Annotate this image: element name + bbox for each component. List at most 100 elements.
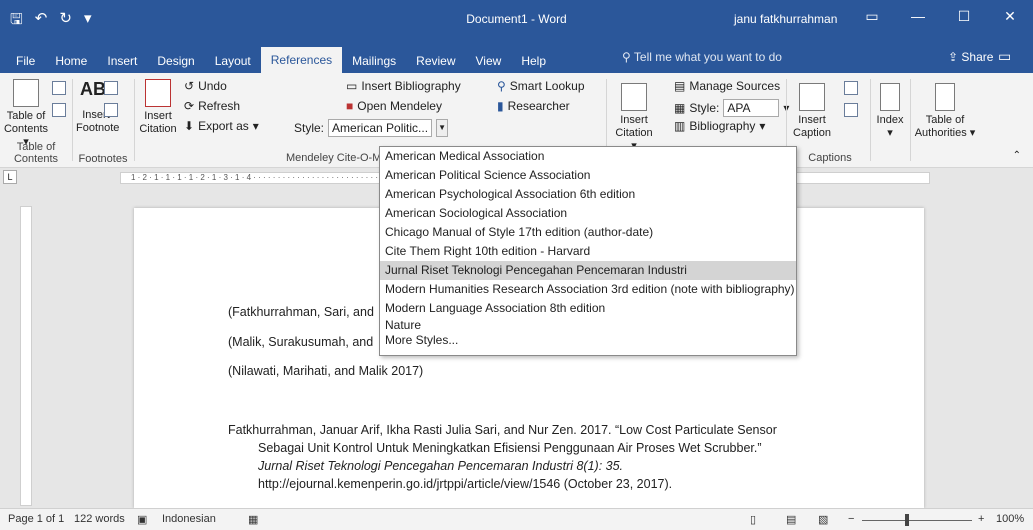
customize-qat-icon[interactable]: ▾ [84, 9, 92, 34]
word-count[interactable]: 122 words [74, 513, 125, 525]
mendeley-refresh-button[interactable]: ⟳ Refresh [184, 99, 240, 113]
quick-access-toolbar: 🖫 ↶ ↻ ▾ [10, 9, 91, 34]
export-icon: ⬇ [184, 119, 195, 133]
style-option[interactable]: American Medical Association [380, 147, 796, 166]
mendeley-insert-citation-button[interactable]: Insert Citation [136, 79, 180, 136]
reference-line-4[interactable]: http://ejournal.kemenperin.go.id/jrtppi/… [258, 477, 672, 491]
reference-line-1[interactable]: Fatkhurrahman, Januar Arif, Ikha Rasti J… [228, 423, 777, 437]
insert-endnote-icon[interactable] [104, 81, 118, 95]
add-text-icon[interactable] [52, 81, 66, 95]
style-option[interactable]: Modern Language Association 8th edition [380, 299, 796, 318]
style-option[interactable]: American Political Science Association [380, 166, 796, 185]
insert-citation-button[interactable]: Insert Citation ▾ [612, 83, 656, 153]
update-table-icon[interactable] [52, 103, 66, 117]
minimize-icon[interactable]: — [895, 0, 941, 32]
researcher-icon: ▮ [497, 99, 504, 113]
web-layout-icon[interactable]: ▧ [818, 513, 828, 526]
citation-3[interactable]: (Nilawati, Marihati, and Malik 2017) [228, 364, 423, 378]
table-of-authorities-button[interactable]: Table of Authorities ▾ [912, 83, 978, 140]
style-option[interactable]: Nature [380, 318, 796, 332]
collapse-ribbon-icon[interactable]: ⌃ [1013, 150, 1021, 161]
mendeley-icon: ■ [346, 99, 354, 113]
bibliography-icon: ▭ [346, 79, 358, 93]
ribbon-tabs: File Home Insert Design Layout Reference… [0, 45, 1033, 73]
bibliography-button[interactable]: ▥ Bibliography ▾ [674, 119, 765, 133]
style-value[interactable]: American Politic... [328, 119, 433, 137]
style-option[interactable]: American Sociological Association [380, 204, 796, 223]
share-button[interactable]: ⇪ Share [948, 50, 993, 64]
tab-file[interactable]: File [6, 49, 45, 73]
comments-icon[interactable]: ▭ [998, 48, 1011, 65]
table-of-contents-button[interactable]: Table of Contents ▾ [2, 79, 50, 149]
macro-icon[interactable]: ▦ [248, 513, 258, 526]
zoom-in-icon[interactable]: + [978, 513, 984, 525]
tab-home[interactable]: Home [45, 49, 97, 73]
open-mendeley-label: Open Mendeley [357, 99, 442, 113]
tab-insert[interactable]: Insert [97, 49, 147, 73]
style-dropdown-arrow[interactable]: ▼ [436, 119, 449, 137]
next-footnote-icon[interactable] [104, 103, 118, 117]
insert-caption-button[interactable]: Insert Caption [790, 83, 834, 140]
mendeley-export-button[interactable]: ⬇ Export as ▾ [184, 119, 259, 133]
style-option-highlighted[interactable]: Jurnal Riset Teknologi Pencegahan Pencem… [380, 261, 796, 280]
smart-lookup-button[interactable]: ⚲ Smart Lookup [497, 79, 585, 93]
toa-label: Table of [925, 114, 965, 126]
tab-references[interactable]: References [260, 47, 343, 73]
vertical-ruler[interactable] [20, 206, 32, 506]
update-table-icon[interactable] [844, 103, 858, 117]
save-icon[interactable]: 🖫 [10, 9, 23, 34]
more-styles-option[interactable]: More Styles... [380, 332, 796, 349]
ribbon-display-icon[interactable]: ▭ [849, 0, 895, 32]
search-icon: ⚲ [497, 79, 506, 93]
style-option[interactable]: Modern Humanities Research Association 3… [380, 280, 796, 299]
citation-style-dropdown: American Medical Association American Po… [379, 146, 797, 356]
index-button[interactable]: Index ▾ [872, 83, 908, 140]
undo-icon[interactable]: ↶ [35, 9, 48, 34]
authorities-icon [935, 83, 955, 111]
toa-label-2: Authorities ▾ [914, 127, 976, 139]
close-icon[interactable]: ✕ [987, 0, 1033, 32]
read-mode-icon[interactable]: ▯ [750, 513, 756, 526]
undo-icon: ↺ [184, 79, 195, 93]
researcher-button[interactable]: ▮ Researcher [497, 99, 570, 113]
style-option[interactable]: Cite Them Right 10th edition - Harvard [380, 242, 796, 261]
zoom-level[interactable]: 100% [996, 513, 1024, 525]
insert-bibliography-button[interactable]: ▭ Insert Bibliography [346, 79, 461, 93]
group-footnotes: AB¹ Insert Footnote Footnotes [74, 73, 132, 168]
redo-icon[interactable]: ↻ [59, 9, 72, 34]
user-name[interactable]: janu fatkhurrahman [734, 12, 837, 26]
citation-style-value[interactable]: APA [723, 99, 780, 117]
mendeley-undo-button[interactable]: ↺ Undo [184, 79, 227, 93]
reference-line-3[interactable]: Jurnal Riset Teknologi Pencegahan Pencem… [258, 459, 623, 473]
citation-2[interactable]: (Malik, Surakusumah, and [228, 335, 373, 349]
open-mendeley-button[interactable]: ■ Open Mendeley [346, 99, 442, 113]
print-layout-icon[interactable]: ▤ [786, 513, 796, 526]
insert-table-figures-icon[interactable] [844, 81, 858, 95]
tab-review[interactable]: Review [406, 49, 465, 73]
zoom-slider[interactable] [862, 520, 972, 521]
proofing-icon[interactable]: ▣ [137, 513, 147, 526]
refresh-icon: ⟳ [184, 99, 195, 113]
zoom-slider-thumb[interactable] [905, 514, 909, 526]
manage-sources-button[interactable]: ▤ Manage Sources [674, 79, 780, 93]
tab-selector[interactable]: L [3, 170, 17, 184]
style-option[interactable]: American Psychological Association 6th e… [380, 185, 796, 204]
tab-mailings[interactable]: Mailings [342, 49, 406, 73]
citation-style-select[interactable]: ▦Style:APA▾ [674, 99, 789, 117]
tab-layout[interactable]: Layout [205, 49, 261, 73]
export-label: Export as [198, 119, 249, 133]
tab-design[interactable]: Design [147, 49, 204, 73]
language-indicator[interactable]: Indonesian [162, 513, 216, 525]
maximize-icon[interactable]: ☐ [941, 0, 987, 32]
citation-1[interactable]: (Fatkhurrahman, Sari, and [228, 305, 374, 319]
reference-line-2[interactable]: Sebagai Unit Kontrol Untuk Meningkatkan … [258, 441, 762, 455]
footnote-label-2: Footnote [76, 122, 120, 134]
mendeley-style-select[interactable]: Style: American Politic... ▼ [294, 119, 449, 137]
tab-view[interactable]: View [466, 49, 512, 73]
tell-me-search[interactable]: ⚲ Tell me what you want to do [622, 50, 782, 64]
page-count[interactable]: Page 1 of 1 [8, 513, 64, 525]
zoom-out-icon[interactable]: − [848, 513, 854, 525]
lightbulb-icon: ⚲ [622, 50, 634, 64]
tab-help[interactable]: Help [511, 49, 556, 73]
style-option[interactable]: Chicago Manual of Style 17th edition (au… [380, 223, 796, 242]
